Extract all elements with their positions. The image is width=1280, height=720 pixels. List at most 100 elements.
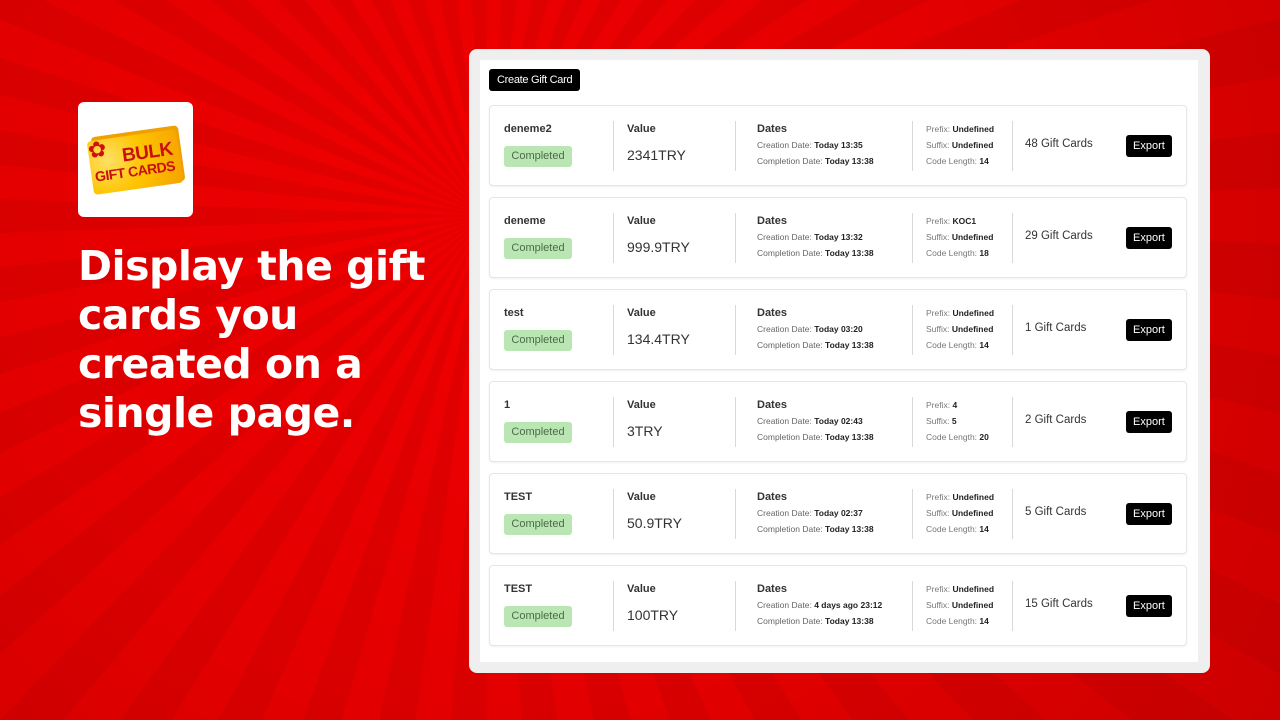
suffix-info: Suffix: Undefined [926, 232, 994, 242]
value-label: Value [627, 583, 656, 595]
dates-label: Dates [757, 307, 787, 319]
batch-value: 999.9TRY [627, 239, 690, 255]
creation-date: Creation Date: Today 03:20 [757, 324, 863, 334]
gift-card-batch-row: test Completed Value 134.4TRY Dates Crea… [489, 289, 1187, 370]
code-length-info: Code Length: 14 [926, 340, 989, 350]
batch-value: 2341TRY [627, 147, 686, 163]
export-button[interactable]: Export [1126, 227, 1172, 249]
batch-value: 50.9TRY [627, 515, 682, 531]
creation-date: Creation Date: 4 days ago 23:12 [757, 600, 883, 610]
gift-card-count: 29 Gift Cards [1025, 230, 1093, 242]
column-divider [735, 305, 736, 355]
column-divider [912, 213, 913, 263]
column-divider [735, 213, 736, 263]
code-length-info: Code Length: 20 [926, 432, 989, 442]
column-divider [735, 397, 736, 447]
suffix-info: Suffix: 5 [926, 416, 957, 426]
column-divider [1012, 305, 1013, 355]
completion-date: Completion Date: Today 13:38 [757, 616, 874, 626]
column-divider [613, 305, 614, 355]
column-divider [735, 489, 736, 539]
column-divider [735, 121, 736, 171]
code-length-info: Code Length: 14 [926, 156, 989, 166]
column-divider [613, 397, 614, 447]
gift-card-count: 1 Gift Cards [1025, 322, 1087, 334]
create-gift-card-button[interactable]: Create Gift Card [489, 69, 581, 91]
suffix-info: Suffix: Undefined [926, 324, 994, 334]
column-divider [912, 397, 913, 447]
value-label: Value [627, 215, 656, 227]
code-length-info: Code Length: 18 [926, 248, 989, 258]
status-badge: Completed [504, 238, 572, 259]
gift-card-batch-row: TEST Completed Value 50.9TRY Dates Creat… [489, 473, 1187, 554]
column-divider [1012, 489, 1013, 539]
code-length-info: Code Length: 14 [926, 524, 989, 534]
column-divider [912, 581, 913, 631]
ribbon-bow-icon: ✿ [85, 135, 108, 163]
export-button[interactable]: Export [1126, 411, 1172, 433]
gift-card-count: 15 Gift Cards [1025, 598, 1093, 610]
column-divider [912, 121, 913, 171]
suffix-info: Suffix: Undefined [926, 508, 994, 518]
completion-date: Completion Date: Today 13:38 [757, 248, 874, 258]
export-button[interactable]: Export [1126, 319, 1172, 341]
batch-name: test [504, 307, 524, 319]
gift-card-count: 48 Gift Cards [1025, 138, 1093, 150]
column-divider [1012, 121, 1013, 171]
app-logo: BULK GIFT CARDS ✿ [78, 102, 193, 217]
prefix-info: Prefix: 4 [926, 400, 958, 410]
status-badge: Completed [504, 146, 572, 167]
value-label: Value [627, 123, 656, 135]
gift-card-logo-icon: BULK GIFT CARDS ✿ [85, 124, 185, 195]
batch-value: 134.4TRY [627, 331, 690, 347]
dates-label: Dates [757, 583, 787, 595]
export-button[interactable]: Export [1126, 503, 1172, 525]
column-divider [1012, 397, 1013, 447]
status-badge: Completed [504, 330, 572, 351]
gift-card-batch-row: deneme Completed Value 999.9TRY Dates Cr… [489, 197, 1187, 278]
suffix-info: Suffix: Undefined [926, 600, 994, 610]
gift-card-batch-row: 1 Completed Value 3TRY Dates Creation Da… [489, 381, 1187, 462]
batch-name: 1 [504, 399, 511, 411]
prefix-info: Prefix: KOC1 [926, 216, 977, 226]
gift-card-list-page: Create Gift Card deneme2 Completed Value… [480, 60, 1198, 662]
suffix-info: Suffix: Undefined [926, 140, 994, 150]
batch-name: deneme [504, 215, 546, 227]
promo-headline: Display the gift cards you created on a … [78, 242, 426, 437]
creation-date: Creation Date: Today 02:43 [757, 416, 863, 426]
completion-date: Completion Date: Today 13:38 [757, 524, 874, 534]
gift-card-batch-row: deneme2 Completed Value 2341TRY Dates Cr… [489, 105, 1187, 186]
column-divider [735, 581, 736, 631]
prefix-info: Prefix: Undefined [926, 124, 995, 134]
prefix-info: Prefix: Undefined [926, 308, 995, 318]
gift-card-count: 5 Gift Cards [1025, 506, 1087, 518]
creation-date: Creation Date: Today 13:32 [757, 232, 863, 242]
status-badge: Completed [504, 514, 572, 535]
value-label: Value [627, 307, 656, 319]
status-badge: Completed [504, 422, 572, 443]
value-label: Value [627, 491, 656, 503]
gift-card-batch-row: TEST Completed Value 100TRY Dates Creati… [489, 565, 1187, 646]
dates-label: Dates [757, 215, 787, 227]
status-badge: Completed [504, 606, 572, 627]
batch-value: 3TRY [627, 423, 663, 439]
export-button[interactable]: Export [1126, 595, 1172, 617]
batch-value: 100TRY [627, 607, 679, 623]
column-divider [613, 213, 614, 263]
dates-label: Dates [757, 123, 787, 135]
export-button[interactable]: Export [1126, 135, 1172, 157]
creation-date: Creation Date: Today 02:37 [757, 508, 863, 518]
value-label: Value [627, 399, 656, 411]
gift-card-count: 2 Gift Cards [1025, 414, 1087, 426]
prefix-info: Prefix: Undefined [926, 584, 995, 594]
app-window: Create Gift Card deneme2 Completed Value… [469, 49, 1210, 673]
completion-date: Completion Date: Today 13:38 [757, 432, 874, 442]
completion-date: Completion Date: Today 13:38 [757, 340, 874, 350]
batch-name: TEST [504, 583, 533, 595]
column-divider [613, 581, 614, 631]
dates-label: Dates [757, 491, 787, 503]
column-divider [613, 121, 614, 171]
batch-name: TEST [504, 491, 533, 503]
batch-name: deneme2 [504, 123, 552, 135]
column-divider [912, 305, 913, 355]
